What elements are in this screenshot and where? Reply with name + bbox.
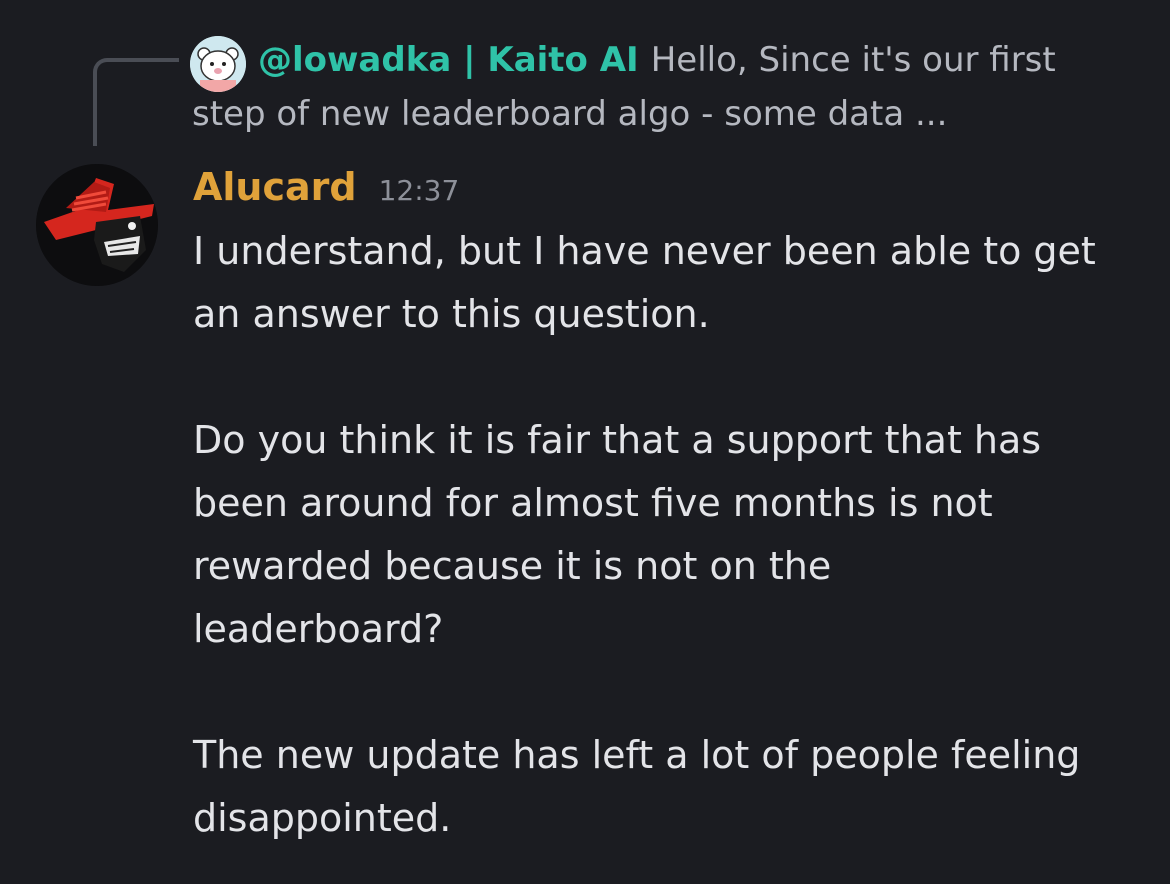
message-timestamp: 12:37 bbox=[378, 174, 460, 207]
message-line: disappointed. bbox=[193, 796, 452, 840]
message-line: I understand, but I have never been able… bbox=[193, 229, 1096, 273]
author-avatar-icon[interactable] bbox=[36, 164, 158, 286]
message-header: Alucard 12:37 bbox=[193, 162, 459, 216]
message-line: leaderboard? bbox=[193, 607, 444, 651]
reply-preview-text: Hello, Since it's our first bbox=[650, 40, 1056, 80]
author-name[interactable]: Alucard bbox=[193, 165, 357, 209]
reply-author-avatar-icon[interactable] bbox=[190, 36, 246, 92]
message-line: rewarded because it is not on the bbox=[193, 544, 832, 588]
reply-preview-text-continued[interactable]: step of new leaderboard algo - some data… bbox=[192, 92, 947, 136]
message-line: been around for almost five months is no… bbox=[193, 481, 993, 525]
chat-message: @lowadka | Kaito AI Hello, Since it's our… bbox=[0, 0, 1170, 884]
message-line: The new update has left a lot of people … bbox=[193, 733, 1081, 777]
message-content: I understand, but I have never been able… bbox=[193, 220, 1153, 850]
message-line: Do you think it is fair that a support t… bbox=[193, 418, 1042, 462]
message-line: an answer to this question. bbox=[193, 292, 710, 336]
reply-preview[interactable]: @lowadka | Kaito AI Hello, Since it's our… bbox=[258, 38, 1056, 82]
reply-connector-line bbox=[93, 58, 179, 146]
reply-author-name[interactable]: @lowadka | Kaito AI bbox=[258, 40, 639, 80]
